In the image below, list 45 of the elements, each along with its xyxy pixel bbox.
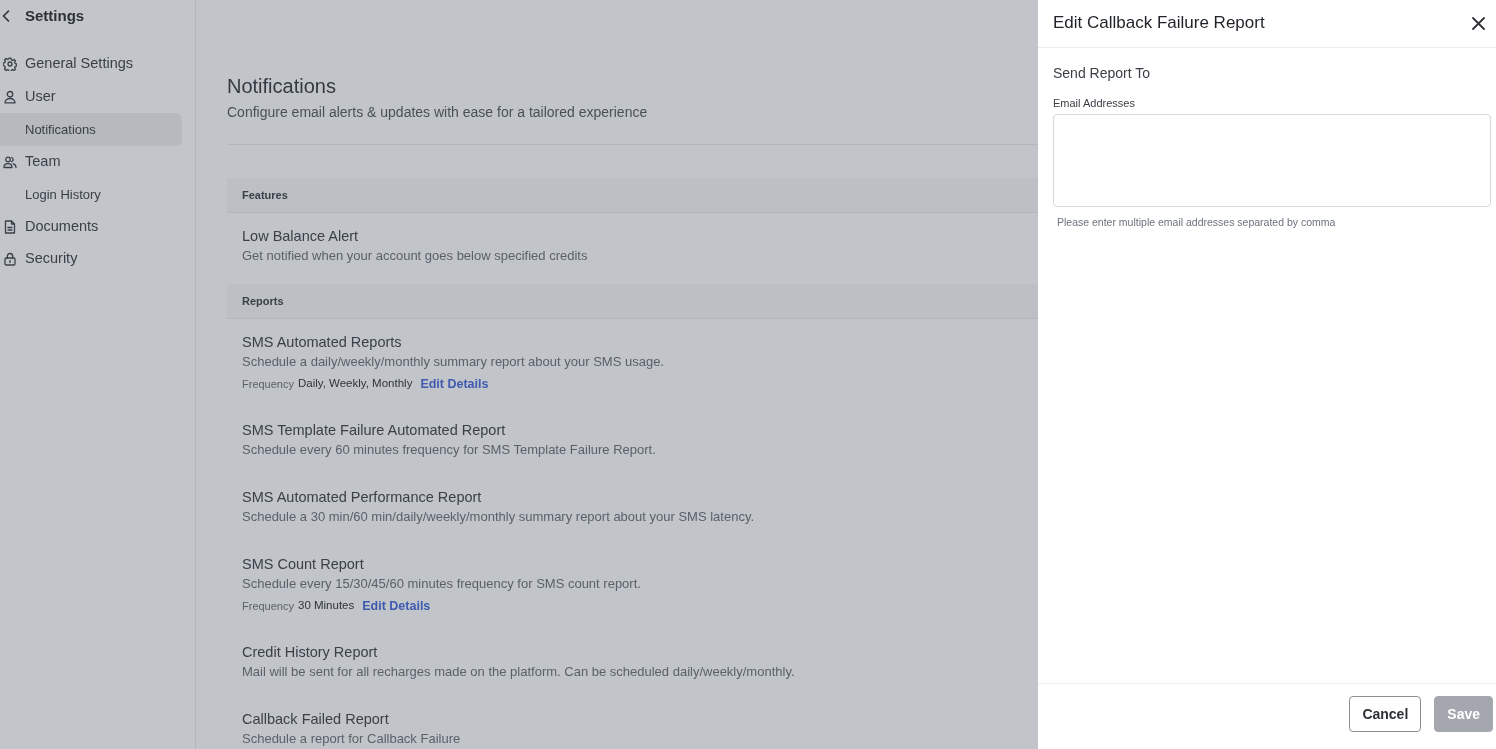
drawer-title: Edit Callback Failure Report (1053, 13, 1265, 34)
field-label: Email Addresses (1053, 96, 1136, 110)
person-icon (3, 89, 17, 104)
item-title: Credit History Report (242, 643, 379, 662)
item-description: Schedule a report for Callback Failure (242, 730, 462, 748)
gear-icon (3, 57, 17, 72)
sidebar-item[interactable]: Documents (0, 210, 182, 243)
sidebar-item[interactable]: User (0, 80, 182, 113)
document-icon (3, 219, 17, 234)
sidebar-item[interactable]: General Settings (0, 48, 182, 81)
edit-details-link[interactable]: Edit Details (362, 596, 431, 616)
item-title: Low Balance Alert (242, 227, 360, 246)
back-icon[interactable] (2, 10, 10, 22)
item-title: SMS Template Failure Automated Report (242, 421, 507, 440)
sidebar-item[interactable]: Login History (0, 178, 182, 211)
page-subtitle: Configure email alerts & updates with ease for a tailored experience (227, 103, 649, 122)
field-help-text: Please enter multiple email addresses separated by comma (1056, 215, 1337, 229)
item-title: SMS Automated Performance Report (242, 488, 483, 507)
item-title: SMS Count Report (242, 555, 365, 574)
item-description: Schedule a daily/weekly/monthly summary report about your SMS usage. (242, 353, 665, 371)
item-description: Mail will be sent for all recharges made on the platform. Can be scheduled daily/weekly/monthly. (242, 663, 796, 681)
section-title: Send Report To (1053, 64, 1152, 83)
sidebar-title: Settings (25, 5, 85, 26)
frequency-label: Frequency (242, 376, 294, 392)
item-description: Schedule every 15/30/45/60 minutes frequency for SMS count report. (242, 575, 642, 593)
frequency-value: Daily, Weekly, Monthly (298, 376, 413, 392)
frequency-label: Frequency (242, 598, 294, 614)
email-addresses-field[interactable] (1053, 114, 1491, 207)
section-heading: Reports (227, 284, 1038, 319)
frequency-value: 30 Minutes (298, 598, 355, 614)
people-icon (3, 154, 17, 169)
item-description: Schedule a 30 min/60 min/daily/weekly/monthly summary report about your SMS latency. (242, 508, 756, 526)
edit-details-link[interactable]: Edit Details (420, 374, 489, 394)
sidebar-item[interactable]: Security (0, 243, 182, 276)
item-description: Schedule every 60 minutes frequency for SMS Template Failure Report. (242, 441, 657, 459)
item-title: Callback Failed Report (242, 710, 390, 729)
lock-icon (3, 252, 17, 267)
section-heading: Features (227, 178, 1038, 213)
item-title: SMS Automated Reports (242, 333, 403, 352)
sidebar-item[interactable]: Team (0, 145, 182, 178)
close-icon[interactable] (1472, 17, 1485, 30)
sidebar-item[interactable]: Notifications (0, 113, 182, 146)
item-description: Get notified when your account goes below specified credits (242, 247, 589, 265)
cancel-button[interactable]: Cancel (1349, 696, 1422, 732)
page-title: Notifications (227, 74, 337, 98)
